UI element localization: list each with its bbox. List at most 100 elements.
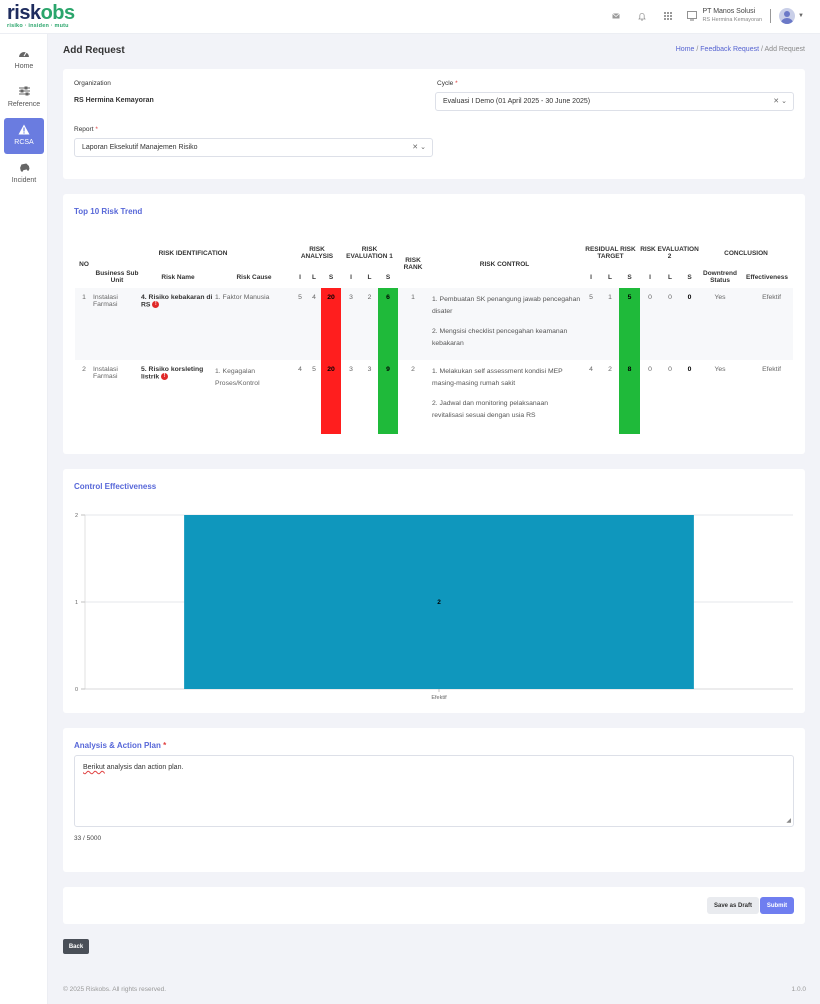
alert-icon[interactable]: ! <box>152 301 160 308</box>
row-re1-l: 2 <box>361 288 378 360</box>
logo[interactable]: riskobs risiko · insiden · mutu <box>7 2 76 29</box>
th-conclusion: CONCLUSION <box>724 249 768 257</box>
table-row: 1 Instalasi Farmasi 4. Risiko kebakaran … <box>75 288 793 360</box>
submit-button[interactable]: Submit <box>760 897 794 914</box>
logo-text-b: obs <box>40 2 76 24</box>
save-draft-button[interactable]: Save as Draft <box>707 897 759 914</box>
th-re1-l: L <box>367 273 372 281</box>
breadcrumb-home[interactable]: Home <box>676 46 695 53</box>
footer-version: 1.0.0 <box>791 986 806 993</box>
th-re1-i: I <box>350 273 352 281</box>
th-risk-analysis: RISK ANALYSIS <box>300 246 334 260</box>
alert-icon[interactable]: ! <box>161 373 169 380</box>
sidebar-item-rcsa[interactable]: RCSA <box>4 118 44 154</box>
cycle-select[interactable]: Evaluasi I Demo (01 April 2025 - 30 June… <box>435 92 794 111</box>
control-item: 2. Mengsisi checklist pencegahan keamana… <box>432 328 568 347</box>
row-risk-name: 4. Risiko kebakaran di RS ! <box>141 288 215 360</box>
row-re2-s: 0 <box>680 288 699 360</box>
row-effectiveness: Efektif <box>741 288 793 360</box>
control-item: 2. Jadwal dan monitoring pelaksanaan rev… <box>432 400 549 419</box>
row-sub-unit: Instalasi Farmasi <box>93 366 118 380</box>
cycle-label: Cycle * <box>437 80 458 87</box>
analysis-title: Analysis & Action Plan * <box>74 741 167 750</box>
data-label: 2 <box>437 599 441 606</box>
row-rank: 2 <box>411 366 415 373</box>
grid-icon[interactable] <box>659 7 677 25</box>
sidebar-item-home[interactable]: Home <box>4 42 44 78</box>
sidebar: Home Reference RCSA Incident <box>0 34 48 1004</box>
chevron-down-icon[interactable]: ▼ <box>798 13 804 19</box>
row-risk-control: 1. Melakukan self assessment kondisi MEP… <box>428 360 581 434</box>
risk-trend-title: Top 10 Risk Trend <box>74 207 143 216</box>
analysis-card: Analysis & Action Plan * Berikut analysi… <box>63 728 805 872</box>
gauge-icon <box>4 48 44 61</box>
row-re2-i: 0 <box>640 288 660 360</box>
mail-icon[interactable] <box>607 7 625 25</box>
th-re2-l: L <box>668 273 672 281</box>
analysis-text-first: Berikut <box>83 764 105 771</box>
row-re1-s: 9 <box>378 360 398 434</box>
row-risk-control: 1. Pembuatan SK penangung jawab pencegah… <box>428 288 581 360</box>
x-tick-label: Efektif <box>431 695 447 701</box>
th-residual-risk-target: RESIDUAL RISK TARGET <box>585 246 636 260</box>
report-select[interactable]: Laporan Eksekutif Manajemen Risiko ✕ ⌄ <box>74 138 433 157</box>
risk-trend-card: Top 10 Risk Trend NO RISK IDENTIFICATION… <box>63 194 805 454</box>
th-rt-s: S <box>627 273 632 281</box>
resize-handle-icon[interactable]: ◢ <box>786 817 791 824</box>
breadcrumb-current: Add Request <box>764 46 805 53</box>
logo-tagline: risiko · insiden · mutu <box>7 23 69 29</box>
cycle-value: Evaluasi I Demo (01 April 2025 - 30 June… <box>443 98 591 105</box>
analysis-textarea[interactable]: Berikut analysis dan action plan. ◢ <box>74 755 794 827</box>
clear-icon[interactable]: ✕ <box>412 144 418 151</box>
report-label: Report * <box>74 126 98 133</box>
chevron-down-icon[interactable]: ⌄ <box>420 144 426 151</box>
back-button[interactable]: Back <box>63 939 89 954</box>
sidebar-item-reference[interactable]: Reference <box>4 80 44 116</box>
row-ra-i: 4 <box>298 366 302 373</box>
row-downtrend: Yes <box>714 366 726 373</box>
row-downtrend: Yes <box>699 288 741 360</box>
y-tick-label: 1 <box>75 600 78 606</box>
row-re1-s: 6 <box>378 288 398 360</box>
control-item: 1. Melakukan self assessment kondisi MEP… <box>432 368 563 387</box>
control-effectiveness-title: Control Effectiveness <box>74 482 157 491</box>
row-ra-i: 5 <box>293 288 307 360</box>
row-rt-i: 5 <box>581 288 601 360</box>
sidebar-item-label: Reference <box>7 101 41 108</box>
th-risk-control: RISK CONTROL <box>479 260 530 268</box>
control-effectiveness-chart: 0 1 2 2 Efektif <box>63 505 805 705</box>
actions-card: Save as Draft Submit <box>63 887 805 924</box>
row-rt-s: 5 <box>619 288 640 360</box>
bell-icon[interactable] <box>633 7 651 25</box>
row-re1-l: 3 <box>367 366 372 373</box>
row-no: 1 <box>75 288 93 360</box>
clear-icon[interactable]: ✕ <box>773 98 779 105</box>
car-crash-icon <box>4 162 44 175</box>
th-risk-rank: RISK RANK <box>403 257 423 271</box>
sidebar-item-label: Incident <box>11 177 37 184</box>
user-org: RS Hermina Kemayoran <box>702 17 763 23</box>
organization-label: Organization <box>74 80 111 87</box>
control-item: 1. Pembuatan SK penangung jawab pencegah… <box>432 296 581 315</box>
user-menu[interactable]: PT Manos Solusi RS Hermina Kemayoran ▼ <box>687 8 804 24</box>
avatar[interactable] <box>779 8 796 24</box>
row-re1-i: 3 <box>341 288 361 360</box>
th-risk-identification: RISK IDENTIFICATION <box>158 249 228 257</box>
footer-copyright: © 2025 Riskobs. All rights reserved. <box>63 986 167 993</box>
sidebar-item-incident[interactable]: Incident <box>4 156 44 192</box>
y-tick-label: 0 <box>75 687 78 693</box>
analysis-text-rest: analysis dan action plan. <box>104 764 184 771</box>
sliders-icon <box>4 86 44 99</box>
row-rt-l: 1 <box>601 288 619 360</box>
chevron-down-icon[interactable]: ⌄ <box>781 98 787 105</box>
row-rt-i: 4 <box>589 366 593 373</box>
row-ra-l: 4 <box>307 288 321 360</box>
row-rt-s: 8 <box>619 360 640 434</box>
request-form-card: Organization RS Hermina Kemayoran Cycle … <box>63 69 805 179</box>
row-sub-unit: Instalasi Farmasi <box>93 288 141 360</box>
report-value: Laporan Eksekutif Manajemen Risiko <box>82 144 198 151</box>
th-risk-evaluation-2: RISK EVALUATION 2 <box>640 246 699 260</box>
th-rt-l: L <box>608 273 612 281</box>
breadcrumb-feedback-request[interactable]: Feedback Request <box>700 46 759 53</box>
row-ra-s: 20 <box>321 288 341 360</box>
